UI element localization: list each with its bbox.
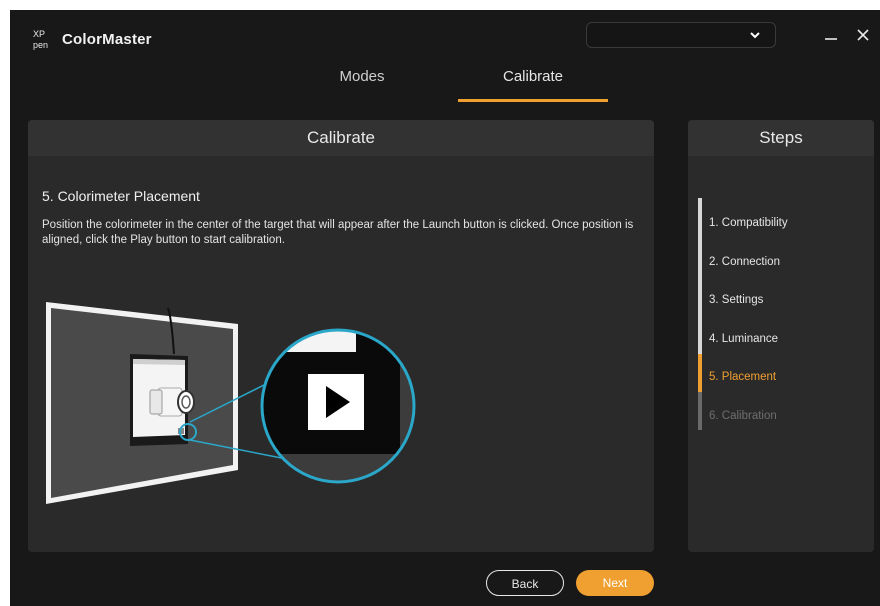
step-settings: 3. Settings xyxy=(709,294,764,306)
svg-text:XP: XP xyxy=(33,29,45,39)
chevron-down-icon xyxy=(750,32,760,39)
tab-modes[interactable]: Modes xyxy=(300,68,424,102)
calibrate-panel: Calibrate 5. Colorimeter Placement Posit… xyxy=(28,120,654,552)
calibrate-panel-header: Calibrate xyxy=(28,120,654,156)
app-window: XP pen ColorMaster Modes Calibrate Calib… xyxy=(10,10,880,606)
section-description: Position the colorimeter in the center o… xyxy=(42,219,634,246)
tab-calibrate[interactable]: Calibrate xyxy=(458,68,608,102)
step-compatibility: 1. Compatibility xyxy=(709,217,788,229)
minimize-icon[interactable] xyxy=(822,26,840,44)
tab-modes-label: Modes xyxy=(339,68,385,85)
step-calibration: 6. Calibration xyxy=(709,410,777,422)
app-title: ColorMaster xyxy=(62,30,152,48)
xppen-logo-icon: XP pen xyxy=(33,29,48,50)
steps-active-segment xyxy=(698,354,702,392)
play-icon xyxy=(308,374,364,430)
colorimeter-placement-illustration xyxy=(46,302,416,504)
active-tab-indicator xyxy=(458,99,608,102)
steps-header: Steps xyxy=(688,120,874,156)
device-select[interactable] xyxy=(586,22,776,48)
steps-progress-track xyxy=(698,198,702,430)
step-connection: 2. Connection xyxy=(709,256,780,268)
app-logo: XP pen ColorMaster xyxy=(32,28,152,50)
svg-text:pen: pen xyxy=(33,40,48,50)
step-placement: 5. Placement xyxy=(709,371,777,383)
tab-calibrate-label: Calibrate xyxy=(502,68,564,85)
section-title: 5. Colorimeter Placement xyxy=(42,188,200,204)
steps-pending-segment xyxy=(698,392,702,430)
step-luminance: 4. Luminance xyxy=(709,333,779,345)
back-button[interactable]: Back xyxy=(486,570,564,596)
close-icon[interactable] xyxy=(854,26,872,44)
next-button[interactable]: Next xyxy=(576,570,654,596)
steps-panel: Steps 1. Compatibility 2. Connection 3. … xyxy=(688,120,874,552)
